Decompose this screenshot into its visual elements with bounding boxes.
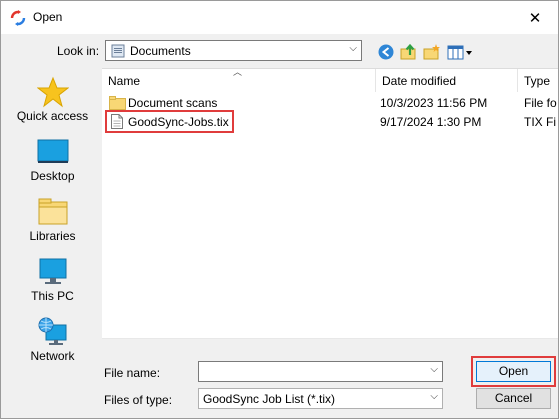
file-name-input[interactable]: ⌵ <box>198 361 443 382</box>
place-label: Desktop <box>30 169 75 183</box>
open-dialog: Open ✕ Look in: Documents ⌵ Quick access… <box>0 0 559 419</box>
network-icon <box>38 317 67 345</box>
chevron-down-icon: ⌵ <box>349 43 357 54</box>
file-type: TIX Fi <box>524 115 556 129</box>
new-folder-icon[interactable] <box>423 43 441 61</box>
places-bar: Quick access Desktop Libraries This PC N… <box>7 68 98 379</box>
highlight-box-file <box>105 110 234 133</box>
this-pc-icon <box>39 258 67 284</box>
place-label: Quick access <box>16 109 89 123</box>
place-this-pc[interactable]: This PC <box>7 256 98 312</box>
place-label: This PC <box>31 289 74 303</box>
close-icon: ✕ <box>528 9 542 27</box>
close-button[interactable]: ✕ <box>512 1 558 34</box>
place-label: Libraries <box>29 229 76 243</box>
window-title: Open <box>33 10 63 24</box>
file-name: Document scans <box>128 96 218 110</box>
documents-folder-icon <box>111 44 125 58</box>
look-in-dropdown[interactable]: Documents ⌵ <box>105 40 362 61</box>
place-desktop[interactable]: Desktop <box>7 136 98 192</box>
column-header-type[interactable]: Type <box>518 69 558 92</box>
file-name-label: File name: <box>104 366 161 380</box>
desktop-icon <box>37 139 69 163</box>
folder-icon <box>109 96 126 110</box>
look-in-label: Look in: <box>57 44 100 58</box>
file-type: File fo <box>524 96 557 110</box>
look-in-value: Documents <box>130 44 191 58</box>
place-label: Network <box>30 349 75 363</box>
files-of-type-dropdown[interactable]: GoodSync Job List (*.tix) ⌵ <box>198 388 443 409</box>
chevron-down-icon[interactable]: ⌵ <box>430 364 438 375</box>
column-header-date[interactable]: Date modified <box>376 69 518 92</box>
file-date: 9/17/2024 1:30 PM <box>380 115 482 129</box>
star-icon <box>37 76 69 108</box>
back-icon[interactable] <box>377 43 395 61</box>
app-icon <box>10 10 26 26</box>
place-quick-access[interactable]: Quick access <box>7 76 98 132</box>
files-of-type-label: Files of type: <box>104 393 173 407</box>
horizontal-scrollbar[interactable] <box>102 338 558 339</box>
view-menu-icon[interactable] <box>447 43 473 61</box>
cancel-button[interactable]: Cancel <box>476 388 551 409</box>
file-list[interactable]: ︿ Name Date modified Type Document scans… <box>102 67 558 339</box>
file-date: 10/3/2023 11:56 PM <box>380 96 488 110</box>
title-bar: Open ✕ <box>1 1 558 34</box>
files-of-type-value: GoodSync Job List (*.tix) <box>203 392 336 406</box>
column-header-name[interactable]: Name <box>102 69 376 92</box>
up-folder-icon[interactable] <box>400 43 418 61</box>
place-libraries[interactable]: Libraries <box>7 196 98 252</box>
open-button[interactable]: Open <box>476 361 551 382</box>
chevron-down-icon: ⌵ <box>430 391 438 402</box>
libraries-icon <box>38 198 68 225</box>
place-network[interactable]: Network <box>7 316 98 372</box>
